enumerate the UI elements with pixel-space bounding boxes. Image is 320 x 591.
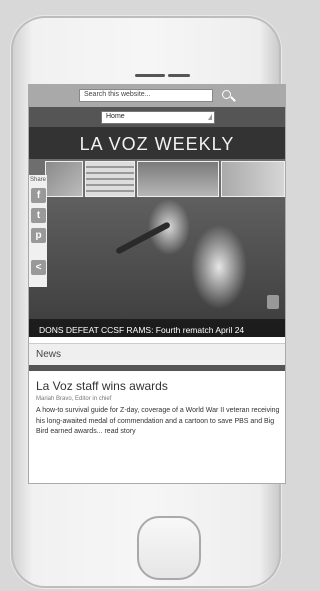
hero-photo[interactable]: DONS DEFEAT CCSF RAMS: Fourth rematch Ap… (29, 197, 285, 337)
home-button[interactable] (137, 516, 201, 580)
nav-bar: Home (29, 107, 285, 127)
thumbnail[interactable] (137, 161, 219, 197)
thumbnail-strip (45, 161, 285, 197)
thumbnail[interactable] (45, 161, 83, 197)
search-bar: Search this website... (29, 85, 285, 107)
speaker-grille (168, 74, 190, 77)
speaker-grille (135, 74, 165, 77)
share-label: Share (30, 177, 47, 183)
news-section-header: News (29, 343, 285, 366)
masthead: LA VOZ WEEKLY (29, 127, 285, 159)
dropdown-arrow-icon (208, 114, 212, 120)
twitter-icon[interactable]: t (31, 208, 46, 223)
facebook-icon[interactable]: f (31, 188, 46, 203)
article-byline: Mariah Bravo, Editor in chief (36, 396, 112, 402)
phone-screen: Search this website... Home LA VOZ WEEKL… (28, 84, 286, 484)
thumbnail[interactable] (221, 161, 285, 197)
nav-selected-label: Home (106, 113, 125, 120)
nav-dropdown[interactable]: Home (101, 111, 215, 124)
search-icon[interactable] (222, 90, 231, 99)
news-article: La Voz staff wins awards Mariah Bravo, E… (36, 379, 280, 438)
news-section-title: News (36, 349, 62, 360)
baseball-bat-shape (115, 221, 171, 255)
caption-bar: DONS DEFEAT CCSF RAMS: Fourth rematch Ap… (29, 319, 285, 337)
section-divider (29, 365, 285, 371)
hero-caption[interactable]: DONS DEFEAT CCSF RAMS: Fourth rematch Ap… (39, 325, 244, 335)
pin-icon[interactable]: p (31, 228, 46, 243)
search-input[interactable]: Search this website... (79, 89, 213, 102)
article-headline[interactable]: La Voz staff wins awards (36, 379, 280, 393)
share-icon[interactable]: < (31, 260, 46, 275)
article-summary: A how-to survival guide for Z-day, cover… (36, 407, 280, 435)
thumbnail[interactable] (85, 161, 135, 197)
share-sidebar: Share f t p < (29, 175, 47, 287)
site-title[interactable]: LA VOZ WEEKLY (29, 134, 285, 155)
hero-slider[interactable]: DONS DEFEAT CCSF RAMS: Fourth rematch Ap… (29, 159, 285, 337)
next-slide-icon[interactable] (267, 295, 279, 309)
